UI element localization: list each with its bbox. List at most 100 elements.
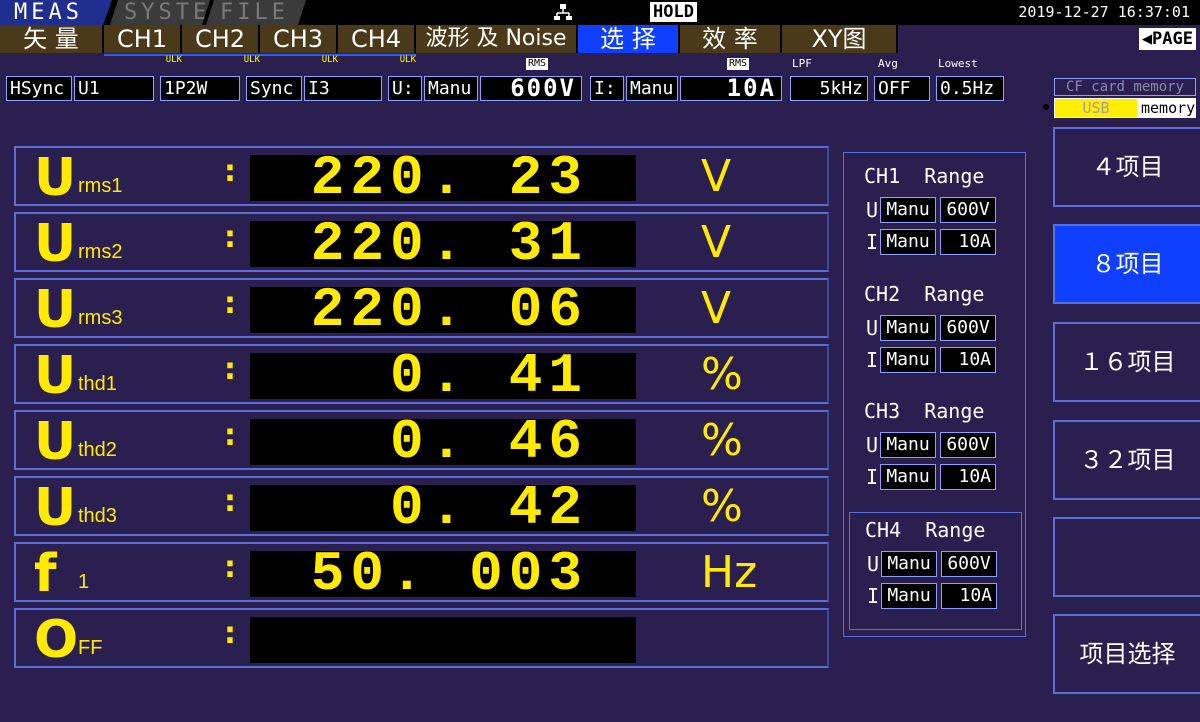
measurement-subscript: thd3 bbox=[78, 505, 117, 527]
usb-memory-text: memory bbox=[1141, 99, 1196, 117]
measurement-subscript: rms3 bbox=[78, 307, 123, 329]
softkey-32-items[interactable]: ３２项目 bbox=[1053, 420, 1200, 500]
measurement-unit: % bbox=[701, 349, 743, 400]
i-range-label: I: bbox=[590, 76, 624, 101]
current-range-value[interactable]: 10A bbox=[940, 347, 996, 373]
tab-vector[interactable]: 矢 量 bbox=[0, 25, 104, 53]
lowest-label: Lowest bbox=[938, 57, 978, 70]
current-range-mode[interactable]: Manu bbox=[880, 464, 936, 490]
measurement-row[interactable]: f 1 : 50. 003 Hz bbox=[14, 542, 829, 602]
voltage-range-mode[interactable]: Manu bbox=[880, 197, 936, 223]
measurement-subscript: thd1 bbox=[78, 373, 117, 395]
current-range-mode[interactable]: Manu bbox=[881, 583, 937, 609]
measurement-symbol: U bbox=[34, 214, 77, 274]
mode-tab-meas[interactable]: MEAS bbox=[0, 0, 112, 25]
measurement-colon: : bbox=[224, 352, 236, 387]
measurement-symbol: U bbox=[34, 478, 77, 538]
current-range-value[interactable]: 10A bbox=[940, 229, 996, 255]
tab-ch1[interactable]: CH1 bbox=[104, 25, 182, 53]
measurement-colon: : bbox=[224, 550, 236, 585]
measurement-row[interactable]: U thd3 : 0. 42 % bbox=[14, 476, 829, 536]
softkey-item-select[interactable]: 项目选择 bbox=[1053, 614, 1200, 694]
ulk-indicator-ch4: ULK bbox=[338, 54, 416, 65]
page-button[interactable]: ◀PAGE bbox=[1138, 28, 1196, 50]
softkey-empty[interactable] bbox=[1053, 517, 1200, 597]
measurement-value: 220. 23 bbox=[250, 155, 636, 201]
u-range-label: U: bbox=[388, 76, 422, 101]
current-range-value[interactable]: 10A bbox=[940, 464, 996, 490]
voltage-range-value[interactable]: 600V bbox=[941, 551, 997, 577]
sync-label: Sync bbox=[246, 76, 302, 101]
measurement-symbol: U bbox=[34, 412, 77, 472]
measurement-colon: : bbox=[224, 484, 236, 519]
u-rms-tag: RMS bbox=[526, 58, 549, 70]
hsync-label: HSync bbox=[6, 76, 72, 101]
tab-xy-plot[interactable]: XY图 bbox=[782, 25, 898, 53]
measurement-symbol: f bbox=[34, 544, 57, 604]
lowest-select[interactable]: 0.5Hz bbox=[936, 76, 1004, 101]
tab-efficiency[interactable]: 效 率 bbox=[680, 25, 782, 53]
u-range-value[interactable]: 600V bbox=[480, 76, 582, 101]
tab-ch2[interactable]: CH2 bbox=[182, 25, 260, 53]
measurement-subscript: rms2 bbox=[78, 241, 123, 263]
voltage-range-value[interactable]: 600V bbox=[940, 432, 996, 458]
range-block-ch4: CH4 Range U Manu 600V I Manu 10A bbox=[849, 512, 1022, 630]
measurement-row[interactable]: U rms1 : 220. 23 V bbox=[14, 146, 829, 206]
measurement-subscript: rms1 bbox=[78, 175, 123, 197]
mode-tab-system[interactable]: SYSTEM bbox=[110, 0, 210, 25]
tab-ch4[interactable]: CH4 bbox=[338, 25, 416, 53]
measurement-row[interactable]: O FF : bbox=[14, 608, 829, 668]
measurement-symbol: O bbox=[34, 610, 79, 670]
usb-memory-indicator: USB memory bbox=[1054, 98, 1196, 118]
voltage-range-value[interactable]: 600V bbox=[940, 315, 996, 341]
tab-select[interactable]: 选 择 bbox=[578, 25, 680, 53]
measurement-value: 220. 31 bbox=[250, 221, 636, 267]
measurement-subscript: thd2 bbox=[78, 439, 117, 461]
softkey-16-items[interactable]: １６项目 bbox=[1053, 322, 1200, 402]
avg-select[interactable]: OFF bbox=[874, 76, 930, 101]
voltage-label: U bbox=[866, 198, 879, 222]
softkey-4-items[interactable]: ４项目 bbox=[1053, 127, 1200, 207]
current-range-value[interactable]: 10A bbox=[941, 583, 997, 609]
range-title: CH1 Range bbox=[864, 164, 985, 188]
i-range-mode[interactable]: Manu bbox=[626, 76, 678, 101]
voltage-range-mode[interactable]: Manu bbox=[880, 315, 936, 341]
measurement-value: 220. 06 bbox=[250, 287, 636, 333]
i-range-value[interactable]: 10A bbox=[680, 76, 782, 101]
usb-label: USB bbox=[1055, 99, 1137, 117]
tab-waveform-noise[interactable]: 波形 及 Noise bbox=[416, 25, 578, 53]
hsync-select[interactable]: U1 bbox=[74, 76, 154, 101]
current-range-mode[interactable]: Manu bbox=[880, 347, 936, 373]
measurement-row[interactable]: U rms3 : 220. 06 V bbox=[14, 278, 829, 338]
measurement-row[interactable]: U thd1 : 0. 41 % bbox=[14, 344, 829, 404]
voltage-range-mode[interactable]: Manu bbox=[881, 551, 937, 577]
sync-select[interactable]: I3 bbox=[304, 76, 382, 101]
tab-ch3[interactable]: CH3 bbox=[260, 25, 338, 53]
measurement-unit: V bbox=[701, 217, 732, 268]
ulk-indicator-ch3: ULK bbox=[260, 54, 338, 65]
wiring-select[interactable]: 1P2W bbox=[160, 76, 240, 101]
ulk-indicator-ch1: ULK bbox=[104, 54, 182, 65]
measurement-symbol: U bbox=[34, 346, 77, 406]
u-range-mode[interactable]: Manu bbox=[424, 76, 478, 101]
measurement-colon: : bbox=[224, 154, 236, 189]
current-range-mode[interactable]: Manu bbox=[880, 229, 936, 255]
voltage-range-value[interactable]: 600V bbox=[940, 197, 996, 223]
measurement-unit: % bbox=[701, 415, 743, 466]
mode-bar: MEAS SYSTEM FILE HOLD 2019-12-27 16:37:0… bbox=[0, 0, 1200, 25]
mode-tab-file[interactable]: FILE bbox=[206, 0, 306, 25]
measurement-row[interactable]: U rms2 : 220. 31 V bbox=[14, 212, 829, 272]
lpf-select[interactable]: 5kHz bbox=[790, 76, 868, 101]
softkey-8-items[interactable]: ８项目 bbox=[1053, 224, 1200, 304]
voltage-range-mode[interactable]: Manu bbox=[880, 432, 936, 458]
measurement-row[interactable]: U thd2 : 0. 46 % bbox=[14, 410, 829, 470]
measurement-colon: : bbox=[224, 418, 236, 453]
measurement-value bbox=[250, 617, 636, 663]
current-label: I bbox=[866, 465, 879, 489]
hold-indicator: HOLD bbox=[650, 2, 697, 22]
lpf-label: LPF bbox=[792, 57, 812, 70]
measurement-unit: Hz bbox=[701, 547, 758, 598]
cf-card-indicator: CF card memory bbox=[1054, 78, 1196, 96]
voltage-label: U bbox=[867, 552, 880, 576]
measurement-colon: : bbox=[224, 220, 236, 255]
